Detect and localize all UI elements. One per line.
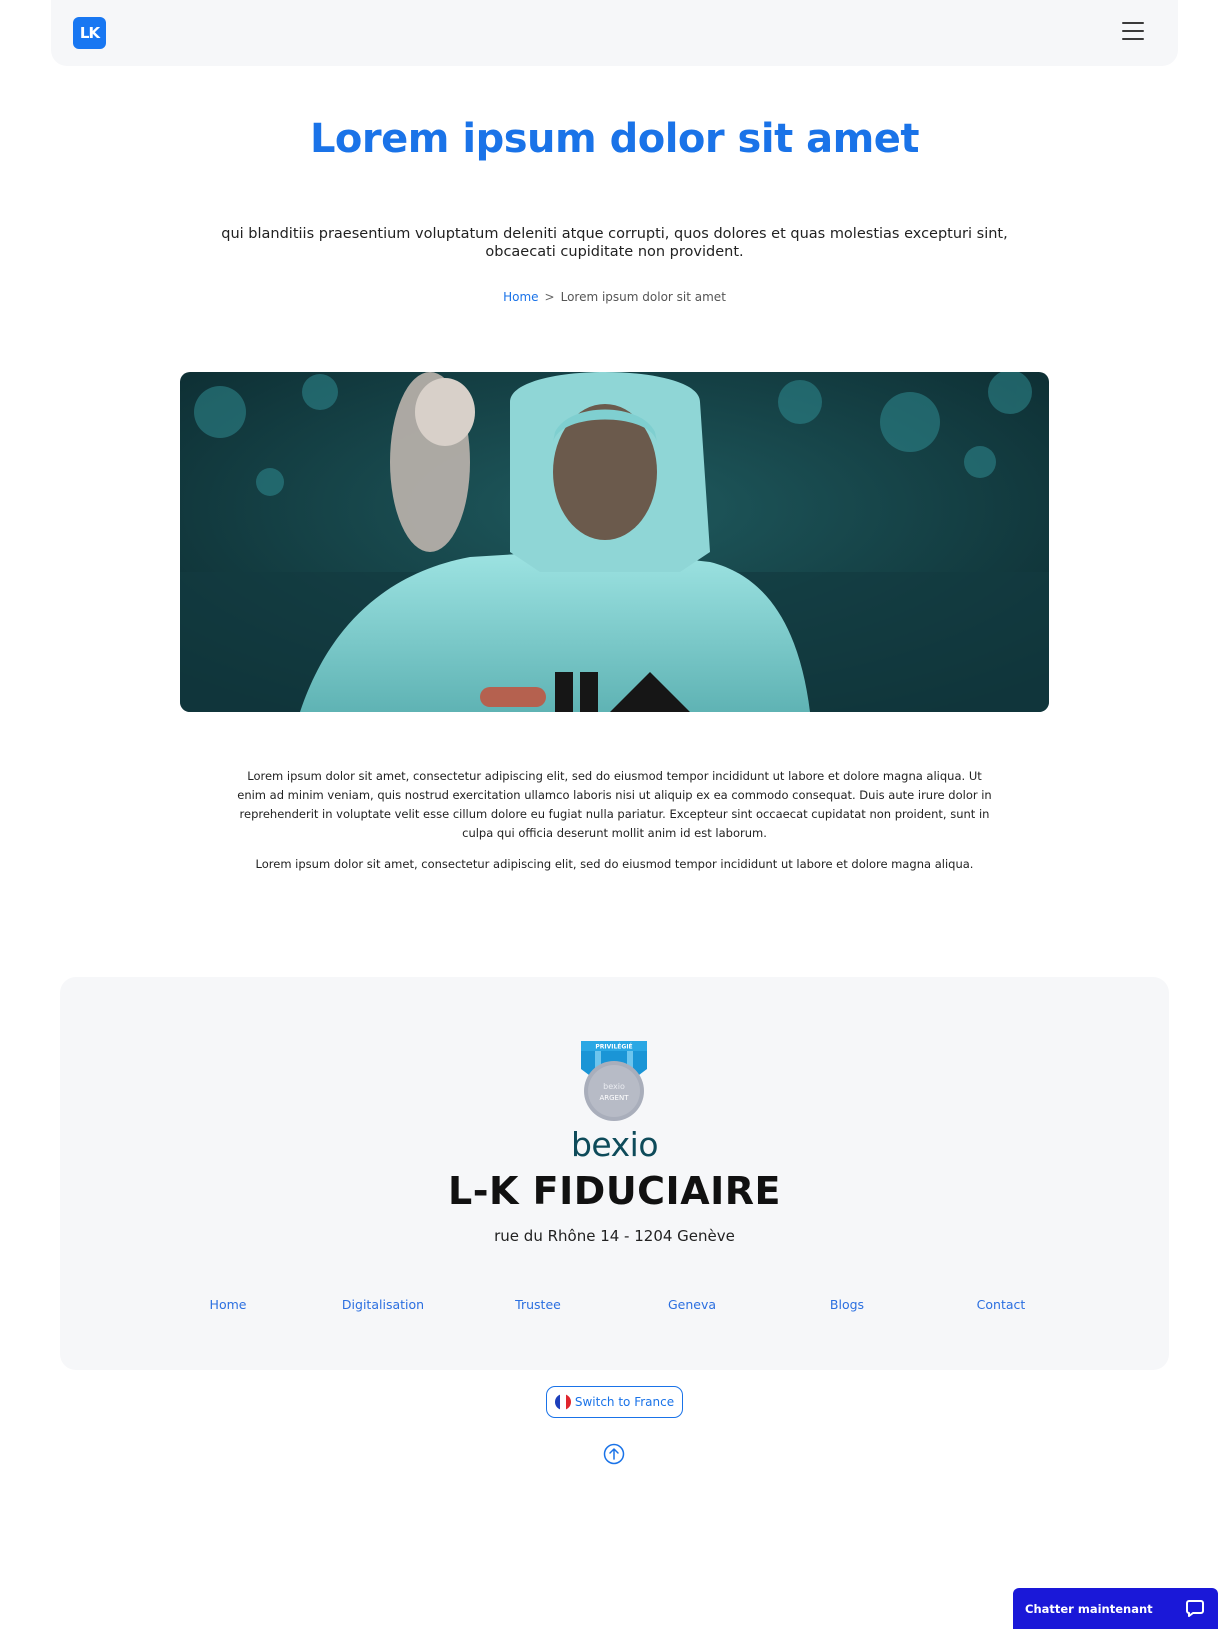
breadcrumb-current: Lorem ipsum dolor sit amet	[560, 290, 726, 304]
company-name: L-K FIDUCIAIRE	[448, 1169, 781, 1213]
footer-link-geneva[interactable]: Geneva	[668, 1297, 716, 1312]
breadcrumb: Home > Lorem ipsum dolor sit amet	[0, 290, 1229, 304]
footer-link-digitalisation[interactable]: Digitalisation	[342, 1297, 424, 1312]
breadcrumb-home-link[interactable]: Home	[503, 290, 538, 304]
chat-bubble-icon	[1186, 1600, 1204, 1617]
footer-link-home[interactable]: Home	[210, 1297, 247, 1312]
bexio-logo: bexio	[570, 1125, 659, 1164]
bexio-partner-badge: PRIVILÉGIÉ bexio ARGENT	[581, 1041, 647, 1121]
switch-label: Switch to France	[574, 1395, 675, 1409]
hamburger-menu-icon[interactable]	[1122, 22, 1144, 40]
article-body: Lorem ipsum dolor sit amet, consectetur …	[232, 767, 997, 874]
page-title: Lorem ipsum dolor sit amet	[309, 116, 920, 162]
article-paragraph: Lorem ipsum dolor sit amet, consectetur …	[255, 857, 974, 871]
badge-ribbon: PRIVILÉGIÉ	[595, 1043, 632, 1051]
switch-to-france-button[interactable]: Switch to France	[546, 1386, 683, 1418]
footer-link-blogs[interactable]: Blogs	[830, 1297, 864, 1312]
article-paragraph: Lorem ipsum dolor sit amet, consectetur …	[237, 769, 992, 840]
top-navbar: LK	[51, 0, 1178, 66]
chat-now-button[interactable]: Chatter maintenant	[1013, 1588, 1218, 1629]
breadcrumb-separator: >	[544, 290, 555, 304]
france-flag-icon	[554, 1394, 571, 1410]
badge-brand: bexio	[603, 1082, 625, 1091]
footer-link-contact[interactable]: Contact	[977, 1297, 1026, 1312]
company-address: rue du Rhône 14 - 1204 Genève	[494, 1227, 735, 1245]
arrow-up-circle-icon[interactable]	[603, 1443, 625, 1465]
footer-nav: Home Digitalisation Trustee Geneva Blogs…	[60, 1297, 1169, 1317]
footer-link-trustee[interactable]: Trustee	[515, 1297, 561, 1312]
lk-logo[interactable]: LK	[73, 17, 106, 49]
hero-image	[180, 372, 1049, 712]
footer: PRIVILÉGIÉ bexio ARGENT bexio L-K FIDUCI…	[60, 977, 1169, 1370]
chat-label: Chatter maintenant	[1025, 1601, 1153, 1616]
page-subtitle: qui blanditiis praesentium voluptatum de…	[221, 226, 1008, 260]
badge-level: ARGENT	[599, 1094, 629, 1102]
